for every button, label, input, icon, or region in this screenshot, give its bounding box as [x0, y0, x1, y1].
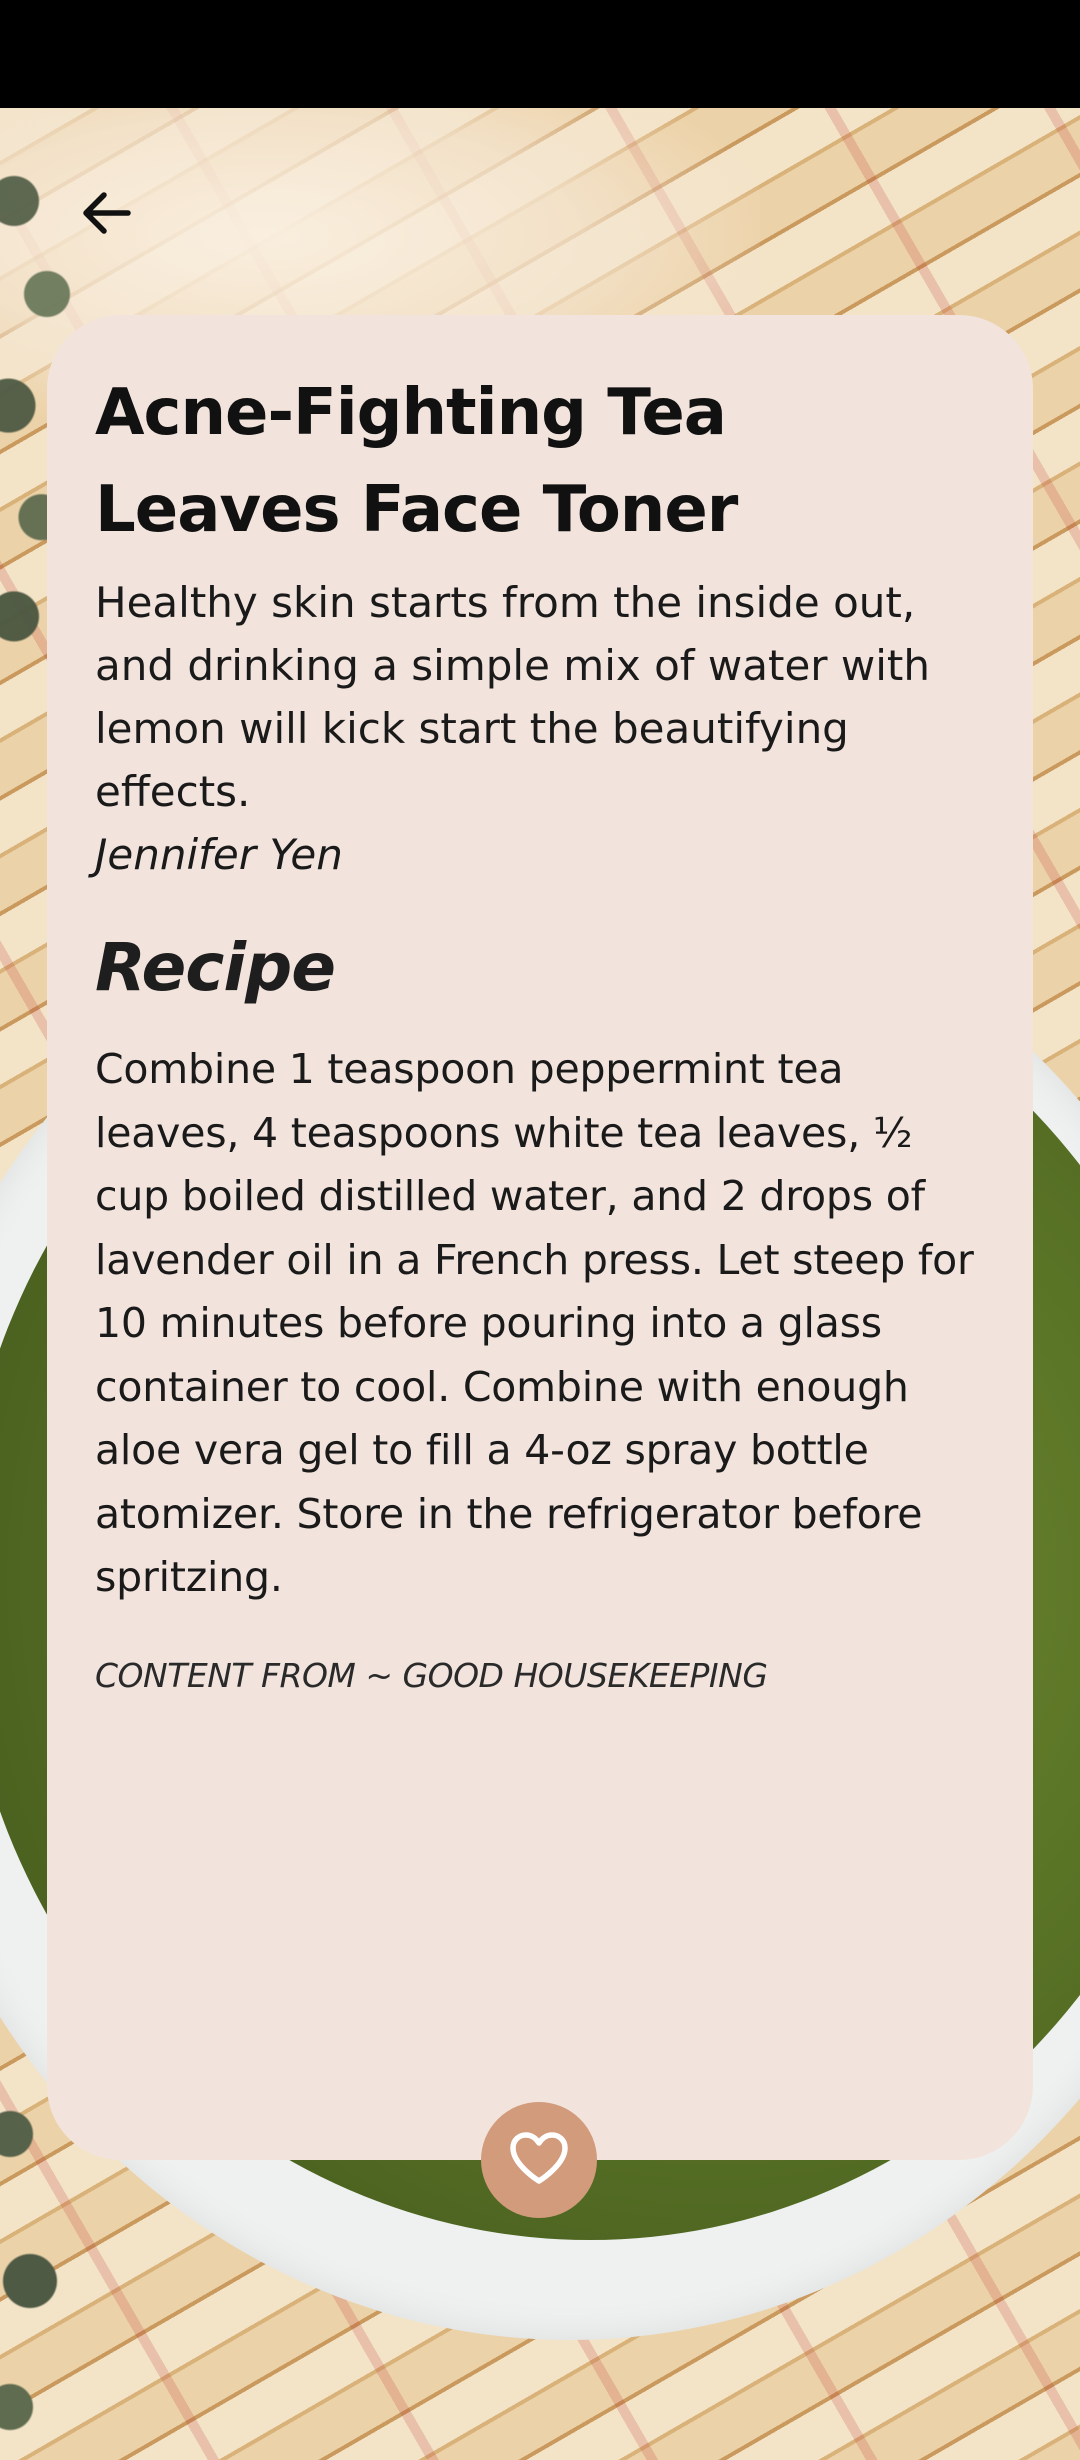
recipe-heading: Recipe	[95, 929, 336, 1006]
recipe-detail-screen: Acne-Fighting Tea Leaves Face Toner Heal…	[0, 0, 1080, 2460]
heart-outline-icon	[508, 2130, 570, 2191]
article-title: Acne-Fighting Tea Leaves Face Toner	[95, 376, 738, 547]
article-content: Acne-Fighting Tea Leaves Face Toner Heal…	[95, 365, 985, 1698]
favorite-button[interactable]	[481, 2102, 597, 2218]
article-card: Acne-Fighting Tea Leaves Face Toner Heal…	[47, 315, 1033, 2160]
article-author: Jennifer Yen	[95, 830, 343, 879]
back-button[interactable]	[66, 175, 146, 255]
arrow-left-icon	[76, 183, 136, 248]
content-credit: CONTENT FROM ~ GOOD HOUSEKEEPING	[95, 1655, 768, 1695]
recipe-text: Combine 1 teaspoon peppermint tea leaves…	[95, 1045, 974, 1601]
article-description: Healthy skin starts from the inside out,…	[95, 578, 931, 816]
status-bar	[0, 0, 1080, 108]
